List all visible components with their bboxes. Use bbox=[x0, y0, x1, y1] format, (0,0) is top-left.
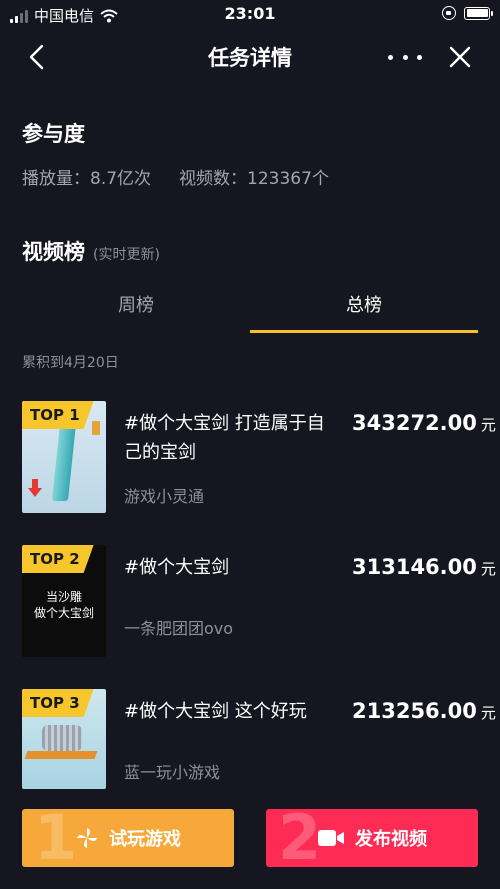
publish-video-label: 发布视频 bbox=[355, 829, 427, 850]
tab-week[interactable]: 周榜 bbox=[22, 284, 250, 332]
step-number: 1 bbox=[34, 809, 78, 867]
amount-unit: 元 bbox=[480, 560, 496, 578]
rank-badge: TOP 2 bbox=[22, 545, 94, 573]
thumbnail-caption: 当沙雕 做个大宝剑 bbox=[33, 590, 94, 620]
step-number: 2 bbox=[278, 809, 322, 867]
game-token bbox=[92, 421, 100, 435]
page-title: 任务详情 bbox=[208, 46, 292, 70]
ranking-tabs: 周榜 总榜 bbox=[22, 284, 478, 334]
ranking-header: 视频榜 (实时更新) bbox=[22, 236, 160, 266]
status-time: 23:01 bbox=[224, 4, 276, 23]
list-item[interactable]: TOP 1 #做个大宝剑 打造属于自己的宝剑 游戏小灵通 343272.00 元 bbox=[22, 401, 496, 513]
video-title: #做个大宝剑 这个好玩 bbox=[124, 701, 307, 722]
try-game-button[interactable]: 1 试玩游戏 bbox=[22, 809, 234, 867]
pinwheel-icon bbox=[77, 828, 97, 848]
plays-stat: 播放量：8.7亿次 bbox=[22, 169, 152, 189]
amount-value: 343272.00 bbox=[352, 411, 477, 435]
video-title: #做个大宝剑 打造属于自己的宝剑 bbox=[124, 413, 325, 463]
publish-video-button[interactable]: 2 发布视频 bbox=[266, 809, 478, 867]
ranking-subtitle: (实时更新) bbox=[93, 247, 160, 263]
more-icon[interactable] bbox=[388, 44, 422, 70]
orientation-lock-icon bbox=[442, 6, 456, 20]
tab-active-indicator bbox=[250, 330, 478, 333]
amount-value: 313146.00 bbox=[352, 555, 477, 579]
participation-stats: 播放量：8.7亿次 视频数：123367个 bbox=[22, 164, 329, 189]
video-author: 蓝一玩小游戏 bbox=[124, 763, 221, 782]
reward-amount: 213256.00 元 bbox=[352, 699, 496, 723]
sword-graphic bbox=[51, 423, 77, 501]
status-bar: 中国电信 23:01 bbox=[0, 0, 500, 30]
list-item[interactable]: TOP 3 #做个大宝剑 这个好玩 蓝一玩小游戏 213256.00 元 bbox=[22, 689, 496, 789]
video-author: 游戏小灵通 bbox=[124, 487, 205, 506]
try-game-label: 试玩游戏 bbox=[109, 829, 181, 850]
amount-unit: 元 bbox=[480, 416, 496, 434]
reward-amount: 343272.00 元 bbox=[352, 411, 496, 435]
battery-icon bbox=[464, 6, 493, 20]
video-title: #做个大宝剑 bbox=[124, 557, 230, 578]
video-author: 一条肥团团ovo bbox=[124, 619, 234, 638]
video-thumbnail[interactable]: 当沙雕 做个大宝剑 TOP 2 bbox=[22, 545, 106, 657]
tab-total[interactable]: 总榜 bbox=[250, 284, 478, 332]
participation-title: 参与度 bbox=[22, 122, 85, 146]
amount-value: 213256.00 bbox=[352, 699, 477, 723]
amount-unit: 元 bbox=[480, 704, 496, 722]
status-right bbox=[442, 6, 493, 20]
video-camera-icon bbox=[318, 830, 344, 846]
plank-graphic bbox=[24, 751, 98, 759]
rank-badge: TOP 3 bbox=[22, 689, 94, 717]
reward-amount: 313146.00 元 bbox=[352, 555, 496, 579]
arrow-down-icon bbox=[28, 479, 42, 497]
rank-badge: TOP 1 bbox=[22, 401, 94, 429]
nav-bar: 任务详情 bbox=[0, 30, 500, 84]
video-thumbnail[interactable]: TOP 3 bbox=[22, 689, 106, 789]
ranking-title: 视频榜 bbox=[22, 240, 85, 264]
cumulative-date: 累积到4月20日 bbox=[22, 355, 119, 371]
roller-graphic bbox=[42, 725, 82, 751]
close-icon[interactable] bbox=[448, 44, 472, 70]
video-thumbnail[interactable]: TOP 1 bbox=[22, 401, 106, 513]
videos-stat: 视频数：123367个 bbox=[179, 169, 329, 189]
list-item[interactable]: 当沙雕 做个大宝剑 TOP 2 #做个大宝剑 一条肥团团ovo 313146.0… bbox=[22, 545, 496, 657]
